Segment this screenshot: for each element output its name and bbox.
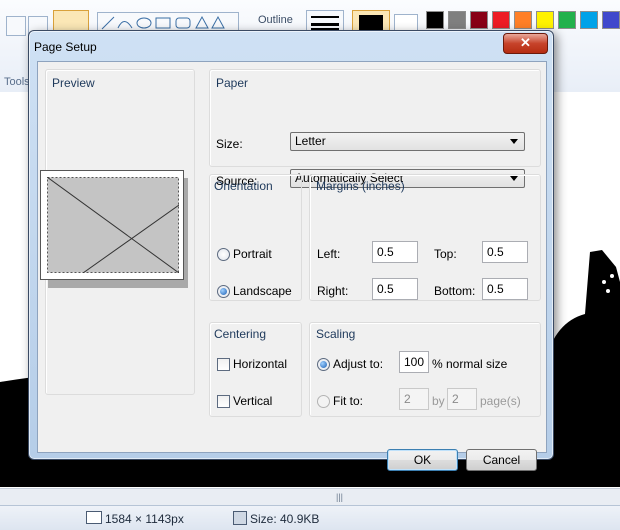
preview-group-title: Preview (52, 76, 95, 90)
margin-bottom-label: Bottom: (434, 284, 476, 298)
status-file-size: Size: 40.9KB (250, 512, 320, 526)
dialog-title: Page Setup (34, 40, 97, 54)
orientation-group: Orientation (209, 174, 302, 301)
horizontal-scrollbar[interactable]: ||| (0, 488, 620, 505)
ok-button[interactable]: OK (387, 449, 458, 471)
margin-right-input[interactable]: 0.5 (372, 278, 418, 300)
centering-group-title: Centering (214, 327, 267, 341)
color-swatch[interactable] (514, 11, 532, 29)
fit-pages-wide-input[interactable]: 2 (399, 388, 429, 410)
margin-left-label: Left: (317, 247, 341, 261)
close-icon: ✕ (520, 35, 531, 50)
scaling-group-title: Scaling (316, 327, 356, 341)
adjust-to-input[interactable]: 100 (399, 351, 429, 373)
disk-icon (233, 511, 247, 525)
adjust-to-radio[interactable] (317, 358, 330, 371)
color-swatch[interactable] (536, 11, 554, 29)
horizontal-label[interactable]: Horizontal (233, 357, 287, 371)
fit-pages-suffix: page(s) (480, 394, 521, 408)
orientation-group-title: Orientation (214, 179, 273, 193)
close-button[interactable]: ✕ (503, 33, 548, 54)
chevron-down-icon (510, 139, 518, 144)
margin-top-input[interactable]: 0.5 (482, 241, 528, 263)
fit-to-radio[interactable] (317, 395, 330, 408)
vertical-label[interactable]: Vertical (233, 394, 272, 408)
tools-group-label: Tools (4, 76, 30, 88)
adjust-to-label[interactable]: Adjust to: (333, 357, 383, 371)
pencil-tool[interactable] (6, 16, 26, 36)
margin-left-input[interactable]: 0.5 (372, 241, 418, 263)
color-swatch[interactable] (448, 11, 466, 29)
margin-bottom-input[interactable]: 0.5 (482, 278, 528, 300)
dialog-client-area: Preview Paper Size: Letter Source: Autom… (37, 61, 547, 471)
fit-pages-tall-input[interactable]: 2 (447, 388, 477, 410)
preview-printable-area (47, 177, 179, 273)
paper-group: Paper (209, 69, 541, 167)
margin-top-label: Top: (434, 247, 457, 261)
page-setup-dialog: Page Setup ✕ Preview Paper Size: Letter … (28, 30, 554, 471)
landscape-label[interactable]: Landscape (233, 284, 292, 298)
paper-size-value: Letter (295, 134, 326, 148)
outline-label[interactable]: Outline (258, 14, 293, 26)
horizontal-checkbox[interactable] (217, 358, 230, 371)
scroll-thumb-grip[interactable]: ||| (336, 492, 343, 502)
color-swatch[interactable] (558, 11, 576, 29)
paper-size-dropdown[interactable]: Letter (290, 132, 525, 151)
paper-size-label: Size: (216, 137, 243, 151)
status-dimensions: 1584 × 1143px (105, 512, 184, 526)
fit-to-label[interactable]: Fit to: (333, 394, 363, 408)
adjust-to-suffix: % normal size (432, 357, 508, 371)
portrait-radio[interactable] (217, 248, 230, 261)
paper-group-title: Paper (216, 76, 249, 90)
color-swatch[interactable] (580, 11, 598, 29)
landscape-radio[interactable] (217, 285, 230, 298)
fit-by-label: by (432, 394, 445, 408)
color-swatch[interactable] (470, 11, 488, 29)
cancel-button[interactable]: Cancel (466, 449, 537, 471)
portrait-label[interactable]: Portrait (233, 247, 272, 261)
margins-group-title: Margins (inches) (316, 179, 405, 193)
dimensions-icon (86, 511, 102, 524)
vertical-checkbox[interactable] (217, 395, 230, 408)
status-bar: 1584 × 1143px Size: 40.9KB (0, 505, 620, 530)
margin-right-label: Right: (317, 284, 349, 298)
color-swatch[interactable] (492, 11, 510, 29)
color-swatch[interactable] (426, 11, 444, 29)
color-swatch[interactable] (602, 11, 620, 29)
